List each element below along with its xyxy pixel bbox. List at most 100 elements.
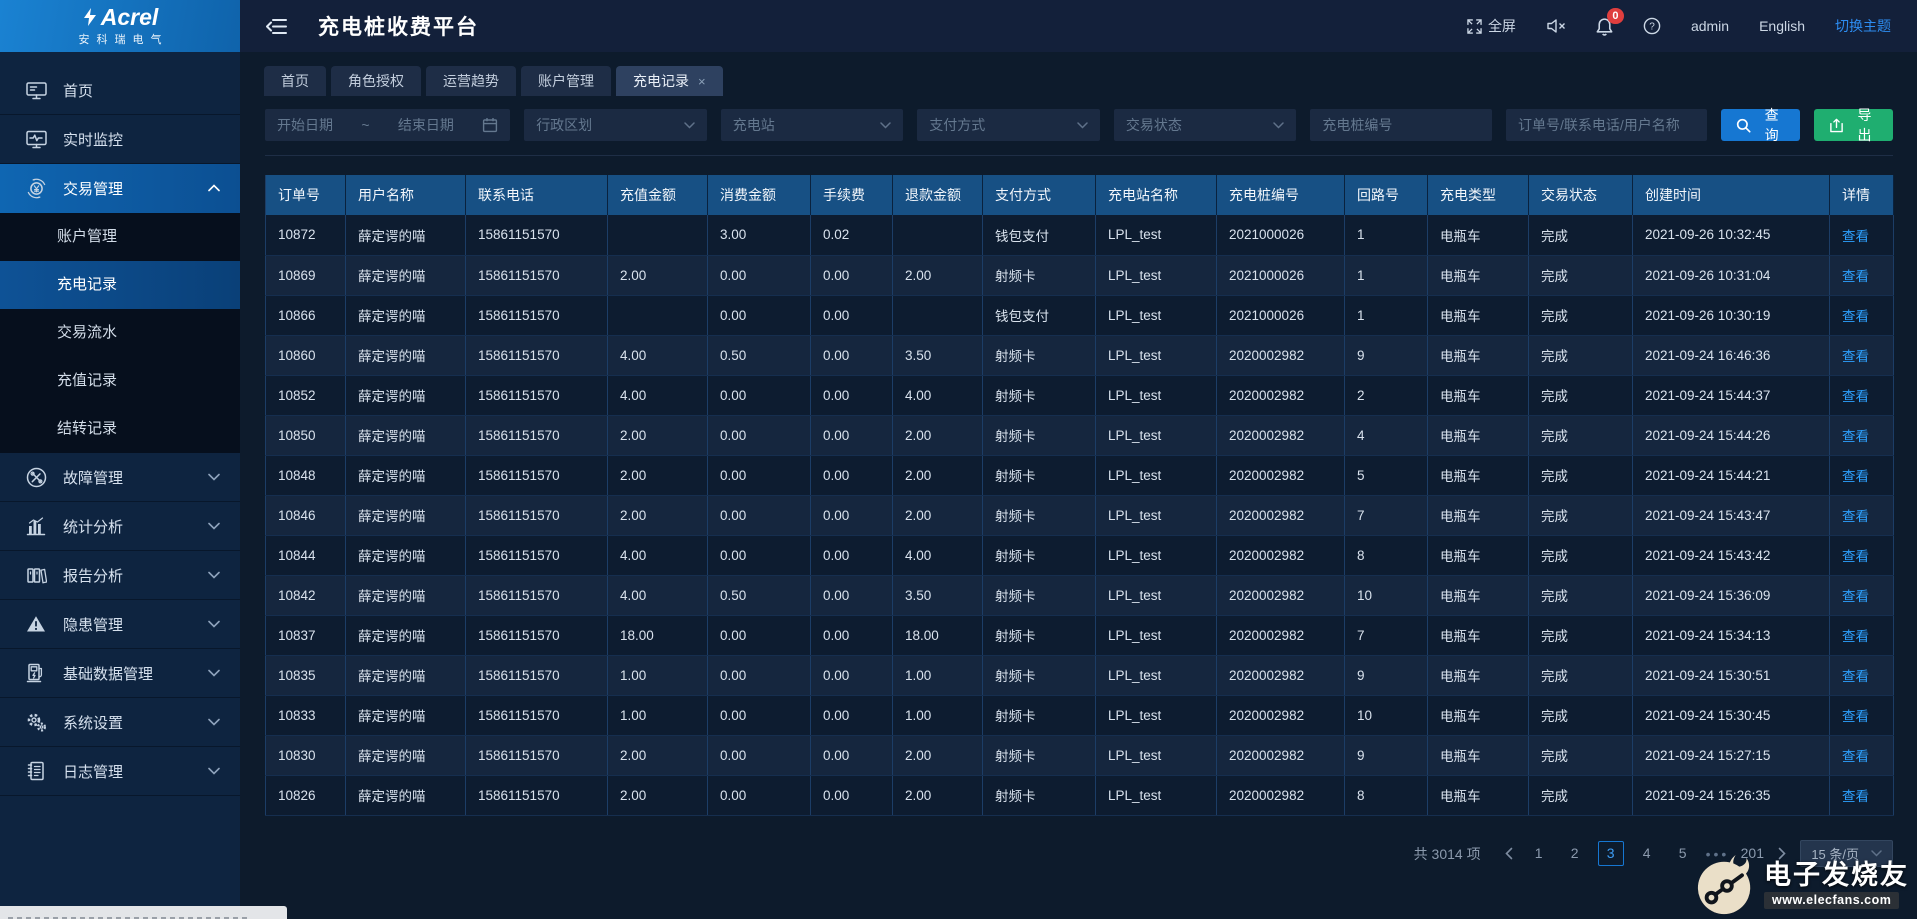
table-cell-detail: 查看 [1830, 335, 1894, 375]
table-cell: 电瓶车 [1428, 375, 1529, 415]
table-cell: 0.00 [811, 775, 893, 815]
sidebar-subitem-充值记录[interactable]: 充值记录 [0, 357, 240, 405]
view-detail-link[interactable]: 查看 [1842, 269, 1869, 284]
chevron-left-icon[interactable] [1501, 847, 1516, 860]
view-detail-link[interactable]: 查看 [1842, 709, 1869, 724]
select-placeholder: 充电站 [733, 115, 775, 135]
view-detail-link[interactable]: 查看 [1842, 389, 1869, 404]
export-button-label: 导出 [1851, 105, 1878, 145]
pagination-total: 共 3014 项 [1414, 844, 1481, 864]
brand-subtitle: 安科瑞电气 [72, 31, 169, 47]
table-cell: 10872 [266, 215, 346, 255]
tab-运营趋势[interactable]: 运营趋势 [426, 66, 516, 96]
table-cell: 0.00 [708, 375, 811, 415]
sidebar-item-实时监控[interactable]: 实时监控 [0, 115, 240, 164]
view-detail-link[interactable]: 查看 [1842, 469, 1869, 484]
notification-bell-button[interactable]: 0 [1596, 17, 1613, 36]
main-area: 充电桩收费平台 全屏 0 ? [240, 0, 1917, 919]
view-detail-link[interactable]: 查看 [1842, 669, 1869, 684]
sidebar-item-报告分析[interactable]: 报告分析 [0, 551, 240, 600]
sidebar-item-故障管理[interactable]: 故障管理 [0, 453, 240, 502]
date-range-picker[interactable]: 开始日期 ~ 结束日期 [265, 109, 510, 141]
table-cell: 薛定谔的喵 [346, 335, 466, 375]
table-cell: 射频卡 [983, 615, 1096, 655]
sidebar-item-隐患管理[interactable]: 隐患管理 [0, 600, 240, 649]
column-header-充值金额: 充值金额 [608, 175, 708, 215]
table-cell: 7 [1345, 615, 1428, 655]
tab-账户管理[interactable]: 账户管理 [521, 66, 611, 96]
table-cell-detail: 查看 [1830, 415, 1894, 455]
view-detail-link[interactable]: 查看 [1842, 509, 1869, 524]
theme-switch-link[interactable]: 切换主题 [1835, 16, 1891, 36]
view-detail-link[interactable]: 查看 [1842, 589, 1869, 604]
fullscreen-button[interactable]: 全屏 [1467, 16, 1516, 36]
table-cell: LPL_test [1096, 735, 1217, 775]
table-cell: 10 [1345, 575, 1428, 615]
tab-首页[interactable]: 首页 [264, 66, 326, 96]
view-detail-link[interactable]: 查看 [1842, 309, 1869, 324]
input-订单号/联系电话/用户名称[interactable]: 订单号/联系电话/用户名称 [1506, 109, 1707, 141]
sidebar-subitem-结转记录[interactable]: 结转记录 [0, 405, 240, 453]
table-cell: 0.00 [811, 695, 893, 735]
select-支付方式[interactable]: 支付方式 [917, 109, 1100, 141]
select-交易状态[interactable]: 交易状态 [1114, 109, 1297, 141]
help-button[interactable]: ? [1643, 17, 1661, 35]
table-cell: 0.00 [811, 455, 893, 495]
table-cell-detail: 查看 [1830, 255, 1894, 295]
sidebar-item-交易管理[interactable]: 交易管理 [0, 164, 240, 213]
collapse-menu-icon[interactable] [266, 18, 288, 35]
table-cell: 电瓶车 [1428, 255, 1529, 295]
sidebar-item-首页[interactable]: 首页 [0, 66, 240, 115]
sidebar-item-统计分析[interactable]: 统计分析 [0, 502, 240, 551]
view-detail-link[interactable]: 查看 [1842, 429, 1869, 444]
view-detail-link[interactable]: 查看 [1842, 789, 1869, 804]
table-cell: 9 [1345, 655, 1428, 695]
export-button[interactable]: 导出 [1814, 109, 1893, 141]
username[interactable]: admin [1691, 18, 1729, 34]
table-cell: LPL_test [1096, 775, 1217, 815]
table-cell: 10852 [266, 375, 346, 415]
search-button[interactable]: 查询 [1721, 109, 1800, 141]
table-cell: LPL_test [1096, 495, 1217, 535]
input-充电桩编号[interactable]: 充电桩编号 [1310, 109, 1492, 141]
page-number-1[interactable]: 1 [1526, 841, 1552, 866]
filter-bar: 开始日期 ~ 结束日期 行政区划 充电站 支付方式 交易状态 充电桩编号 订单号… [265, 109, 1893, 141]
select-行政区划[interactable]: 行政区划 [524, 109, 707, 141]
filter-divider [265, 155, 1893, 156]
sidebar-item-label: 隐患管理 [63, 614, 123, 635]
table-cell: 15861151570 [466, 495, 608, 535]
page-number-3[interactable]: 3 [1598, 841, 1624, 866]
page-number-2[interactable]: 2 [1562, 841, 1588, 866]
sidebar-subitem-充电记录[interactable]: 充电记录 [0, 261, 240, 309]
mute-button[interactable] [1546, 18, 1566, 34]
sidebar-subitem-交易流水[interactable]: 交易流水 [0, 309, 240, 357]
view-detail-link[interactable]: 查看 [1842, 349, 1869, 364]
table-cell-detail: 查看 [1830, 655, 1894, 695]
table-cell-detail: 查看 [1830, 735, 1894, 775]
page-number-5[interactable]: 5 [1670, 841, 1696, 866]
table-row: 10842薛定谔的喵158611515704.000.500.003.50射频卡… [266, 575, 1894, 615]
table-cell: 薛定谔的喵 [346, 375, 466, 415]
sidebar-item-系统设置[interactable]: 系统设置 [0, 698, 240, 747]
view-detail-link[interactable]: 查看 [1842, 229, 1869, 244]
table-cell: 完成 [1529, 415, 1633, 455]
language-switch[interactable]: English [1759, 18, 1805, 34]
view-detail-link[interactable]: 查看 [1842, 549, 1869, 564]
table-cell: 射频卡 [983, 775, 1096, 815]
tab-角色授权[interactable]: 角色授权 [331, 66, 421, 96]
submenu: 账户管理充电记录交易流水充值记录结转记录 [0, 213, 240, 453]
sidebar-subitem-账户管理[interactable]: 账户管理 [0, 213, 240, 261]
view-detail-link[interactable]: 查看 [1842, 629, 1869, 644]
tab-充电记录[interactable]: 充电记录 × [616, 66, 723, 96]
view-detail-link[interactable]: 查看 [1842, 749, 1869, 764]
table-cell: 0.00 [811, 415, 893, 455]
table-cell: 2.00 [608, 735, 708, 775]
sidebar-item-日志管理[interactable]: 日志管理 [0, 747, 240, 796]
table-cell: 0.00 [811, 655, 893, 695]
tab-close-icon[interactable]: × [698, 75, 706, 88]
table-cell: 0.00 [811, 375, 893, 415]
select-充电站[interactable]: 充电站 [721, 109, 904, 141]
page-number-4[interactable]: 4 [1634, 841, 1660, 866]
chevron-down-icon [208, 767, 220, 775]
sidebar-item-基础数据管理[interactable]: 基础数据管理 [0, 649, 240, 698]
